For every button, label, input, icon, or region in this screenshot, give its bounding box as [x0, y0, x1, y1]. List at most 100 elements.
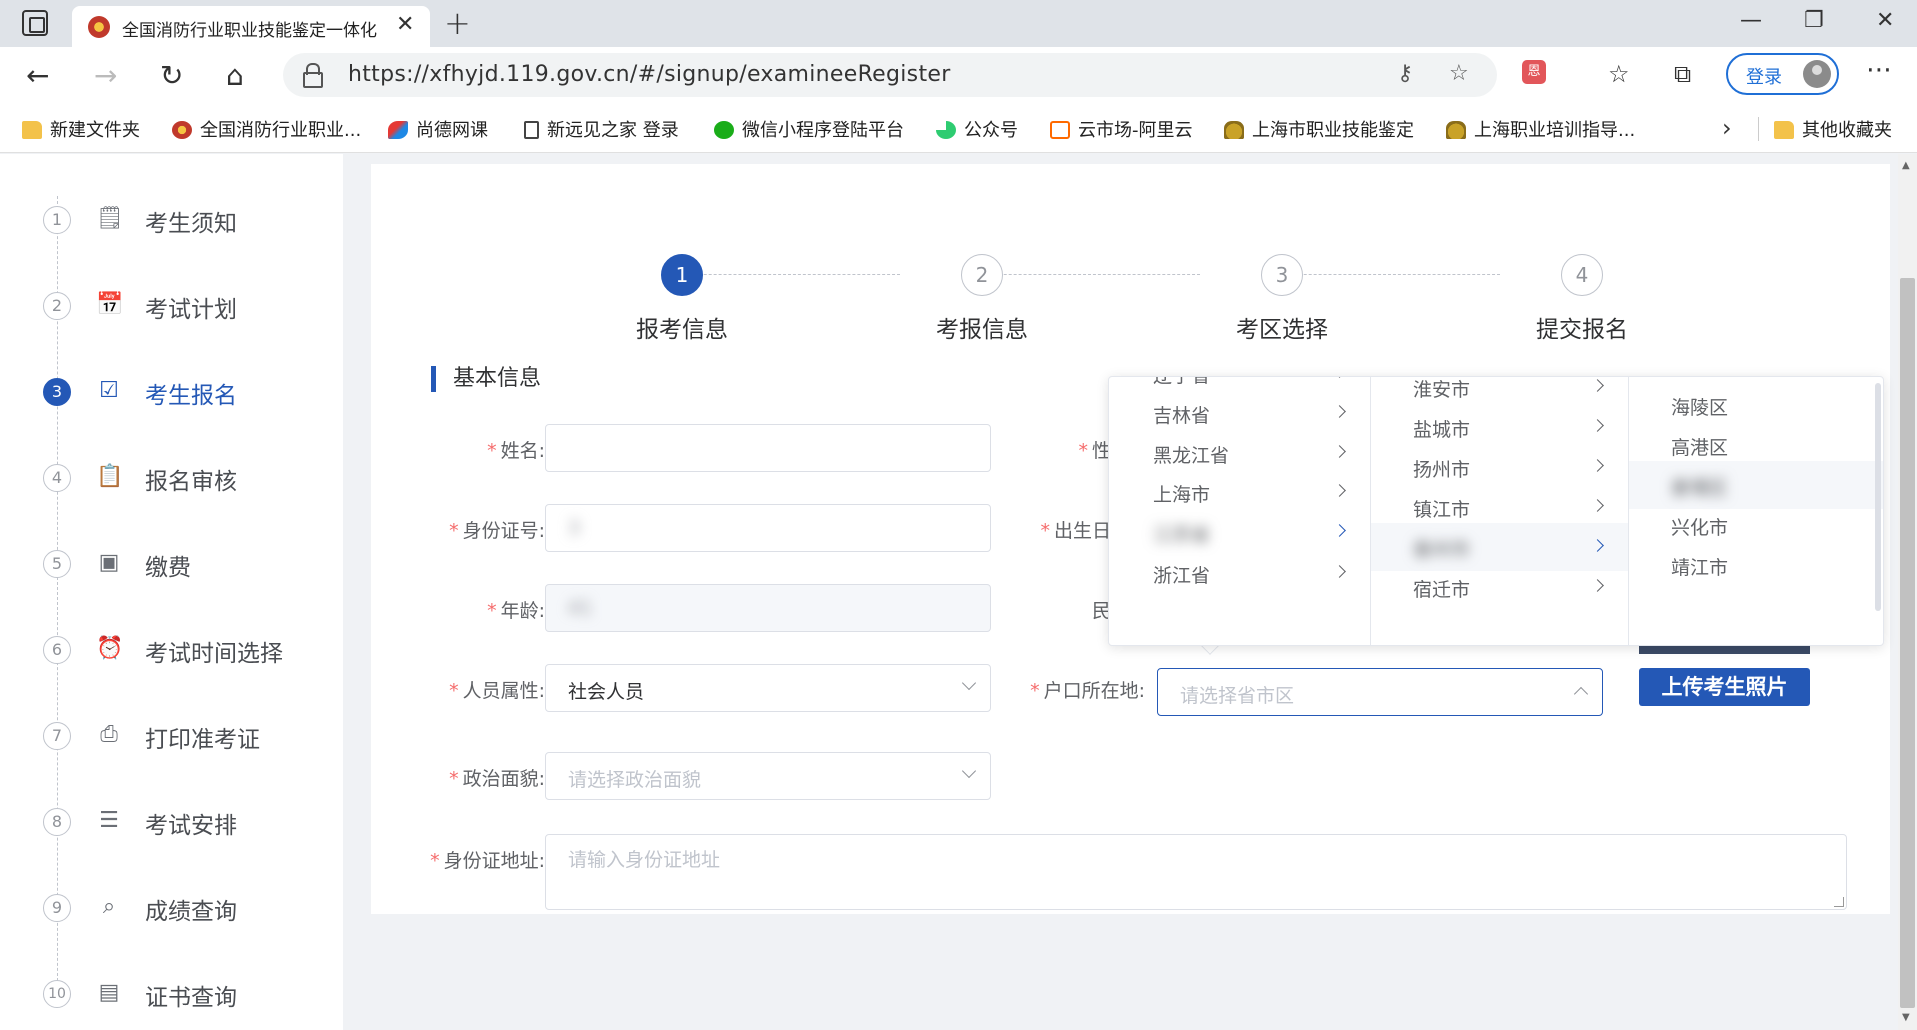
address-label: * 身份证地址:: [430, 850, 545, 872]
bookmark-item[interactable]: 云市场-阿里云: [1050, 116, 1193, 142]
plan-icon: 📅: [96, 292, 124, 317]
browser-tab-bar: 全国消防行业职业技能鉴定一体化 ✕ + — ❐ ✕: [0, 0, 1917, 47]
browser-tab[interactable]: 全国消防行业职业技能鉴定一体化 ✕: [72, 6, 430, 47]
review-icon: 📋: [96, 464, 124, 489]
cascader-option-province[interactable]: 浙江省: [1109, 549, 1370, 597]
other-bookmarks[interactable]: 其他收藏夹: [1774, 116, 1892, 142]
divider: [1758, 117, 1759, 141]
back-icon[interactable]: ←: [26, 59, 49, 92]
age-input[interactable]: 41: [545, 584, 991, 632]
sidebar-item-plan[interactable]: 2 📅 考试计划: [0, 278, 343, 334]
add-favorite-icon[interactable]: ☆: [1449, 61, 1469, 86]
sidebar-item-review[interactable]: 4 📋 报名审核: [0, 450, 343, 506]
scrollbar-thumb[interactable]: [1900, 278, 1915, 1008]
bookmark-item[interactable]: 全国消防行业职业...: [172, 116, 361, 142]
chevron-up-icon: [1573, 686, 1589, 702]
age-label: * 年龄:: [487, 600, 545, 622]
id-number-input[interactable]: 3: [545, 504, 991, 552]
bookmark-item[interactable]: 尚德网课: [388, 116, 488, 142]
lock-icon[interactable]: [303, 63, 323, 88]
gender-label: * 性: [1078, 440, 1111, 462]
tab-close-icon[interactable]: ✕: [396, 12, 414, 37]
step-2-label: 考报信息: [936, 317, 1028, 343]
refresh-icon[interactable]: ↻: [160, 59, 183, 92]
sidebar-item-print-ticket[interactable]: 7 ⎙ 打印准考证: [0, 708, 343, 764]
bookmark-item[interactable]: 新远见之家 登录: [524, 116, 679, 142]
alarm-clock-icon: ⏰: [96, 636, 124, 661]
cascader-scrollbar[interactable]: [1875, 383, 1881, 611]
hukou-label: * 户口所在地:: [1030, 680, 1145, 702]
step-3-label: 考区选择: [1236, 317, 1328, 343]
step-number: 10: [43, 980, 71, 1008]
step-number: 6: [43, 636, 71, 664]
profile-login-button[interactable]: 登录: [1726, 53, 1839, 95]
sidebar-item-payment[interactable]: 5 ▣ 缴费: [0, 536, 343, 592]
fire-emblem-icon: [88, 16, 110, 38]
gold-emblem-icon: [1446, 121, 1466, 139]
bird-logo-icon: [388, 121, 408, 139]
scroll-up-icon[interactable]: ▲: [1902, 160, 1910, 171]
bookmark-item[interactable]: 上海市职业技能鉴定: [1224, 116, 1414, 142]
sidebar-item-score[interactable]: 9 ⌕ 成绩查询: [0, 880, 343, 936]
hukou-cascader-input[interactable]: 请选择省市区: [1157, 668, 1603, 716]
sidebar-item-schedule[interactable]: 8 ☰ 考试安排: [0, 794, 343, 850]
bookmark-item[interactable]: 微信小程序登陆平台: [714, 116, 904, 142]
sidebar-item-register[interactable]: 3 ☑ 考生报名: [0, 364, 343, 420]
notice-icon: 🗒: [96, 206, 124, 231]
address-textarea[interactable]: 请输入身份证地址: [545, 834, 1847, 910]
name-input[interactable]: [545, 424, 991, 472]
chevron-right-icon: [1591, 459, 1604, 472]
step-number: 5: [43, 550, 71, 578]
chevron-right-icon: [1333, 484, 1346, 497]
region-cascader-panel: 辽宁省 吉林省 黑龙江省 上海市 江苏省 浙江省 淮安市 盐城市 扬州市 镇江市…: [1108, 376, 1884, 646]
collections-icon[interactable]: ⧉: [1674, 60, 1691, 88]
more-menu-icon[interactable]: ⋯: [1866, 55, 1892, 85]
printer-icon: ⎙: [100, 722, 118, 747]
cascader-option-city[interactable]: 宿迁市: [1371, 563, 1628, 611]
step-number: 8: [43, 808, 71, 836]
chevron-right-icon[interactable]: ›: [1722, 114, 1732, 142]
favorites-icon[interactable]: ☆: [1608, 60, 1630, 88]
extension-icon[interactable]: 恩: [1522, 60, 1546, 84]
sidebar-item-notice[interactable]: 1 🗒 考生须知: [0, 192, 343, 248]
bookmark-item[interactable]: 公众号: [936, 116, 1018, 142]
key-icon[interactable]: ⚷: [1397, 61, 1413, 86]
chevron-right-icon: [1333, 565, 1346, 578]
bookmark-item[interactable]: 上海职业培训指导...: [1446, 116, 1635, 142]
step-connector: [674, 274, 900, 275]
upload-photo-button[interactable]: 上传考生照片: [1639, 668, 1810, 706]
step-number: 4: [43, 464, 71, 492]
name-label: * 姓名:: [487, 440, 545, 462]
restore-icon[interactable]: ❐: [1804, 8, 1824, 33]
sidebar-item-label: 缴费: [145, 555, 191, 581]
sidebar-item-label: 考试时间选择: [145, 641, 283, 667]
tab-actions-icon[interactable]: [22, 10, 48, 36]
aliyun-icon: [1050, 121, 1070, 139]
birth-date-label: * 出生日: [1040, 520, 1111, 542]
url-text[interactable]: https://xfhyjd.119.gov.cn/#/signup/exami…: [348, 62, 951, 87]
minimize-icon[interactable]: —: [1740, 8, 1762, 33]
new-tab-icon[interactable]: +: [444, 4, 471, 42]
home-icon[interactable]: ⌂: [226, 59, 244, 92]
city-column: 淮安市 盐城市 扬州市 镇江市 泰州市 宿迁市: [1371, 377, 1629, 645]
sidebar-item-label: 考生报名: [145, 383, 237, 409]
cascader-option-district[interactable]: 靖江市: [1629, 541, 1883, 589]
scroll-down-icon[interactable]: ▼: [1902, 1012, 1910, 1023]
politics-select[interactable]: 请选择政治面貌: [545, 752, 991, 800]
sidebar-item-exam-time[interactable]: 6 ⏰ 考试时间选择: [0, 622, 343, 678]
person-type-select[interactable]: 社会人员: [545, 664, 991, 712]
chevron-right-icon: [1591, 499, 1604, 512]
bookmark-item[interactable]: 新建文件夹: [22, 116, 140, 142]
step-2-circle: 2: [961, 254, 1003, 296]
url-bar[interactable]: https://xfhyjd.119.gov.cn/#/signup/exami…: [283, 53, 1497, 97]
bookmarks-bar: 新建文件夹 全国消防行业职业... 尚德网课 新远见之家 登录 微信小程序登陆平…: [0, 105, 1917, 153]
chevron-right-icon: [1591, 539, 1604, 552]
chevron-right-icon: [1591, 579, 1604, 592]
forward-icon[interactable]: →: [94, 59, 117, 92]
window-close-icon[interactable]: ✕: [1876, 8, 1894, 33]
sidebar-item-label: 考生须知: [145, 211, 237, 237]
sidebar-item-certificate[interactable]: 10 ▤ 证书查询: [0, 966, 343, 1022]
resize-handle[interactable]: [1834, 897, 1844, 907]
chevron-right-icon: [1333, 445, 1346, 458]
folder-icon: [22, 121, 42, 139]
